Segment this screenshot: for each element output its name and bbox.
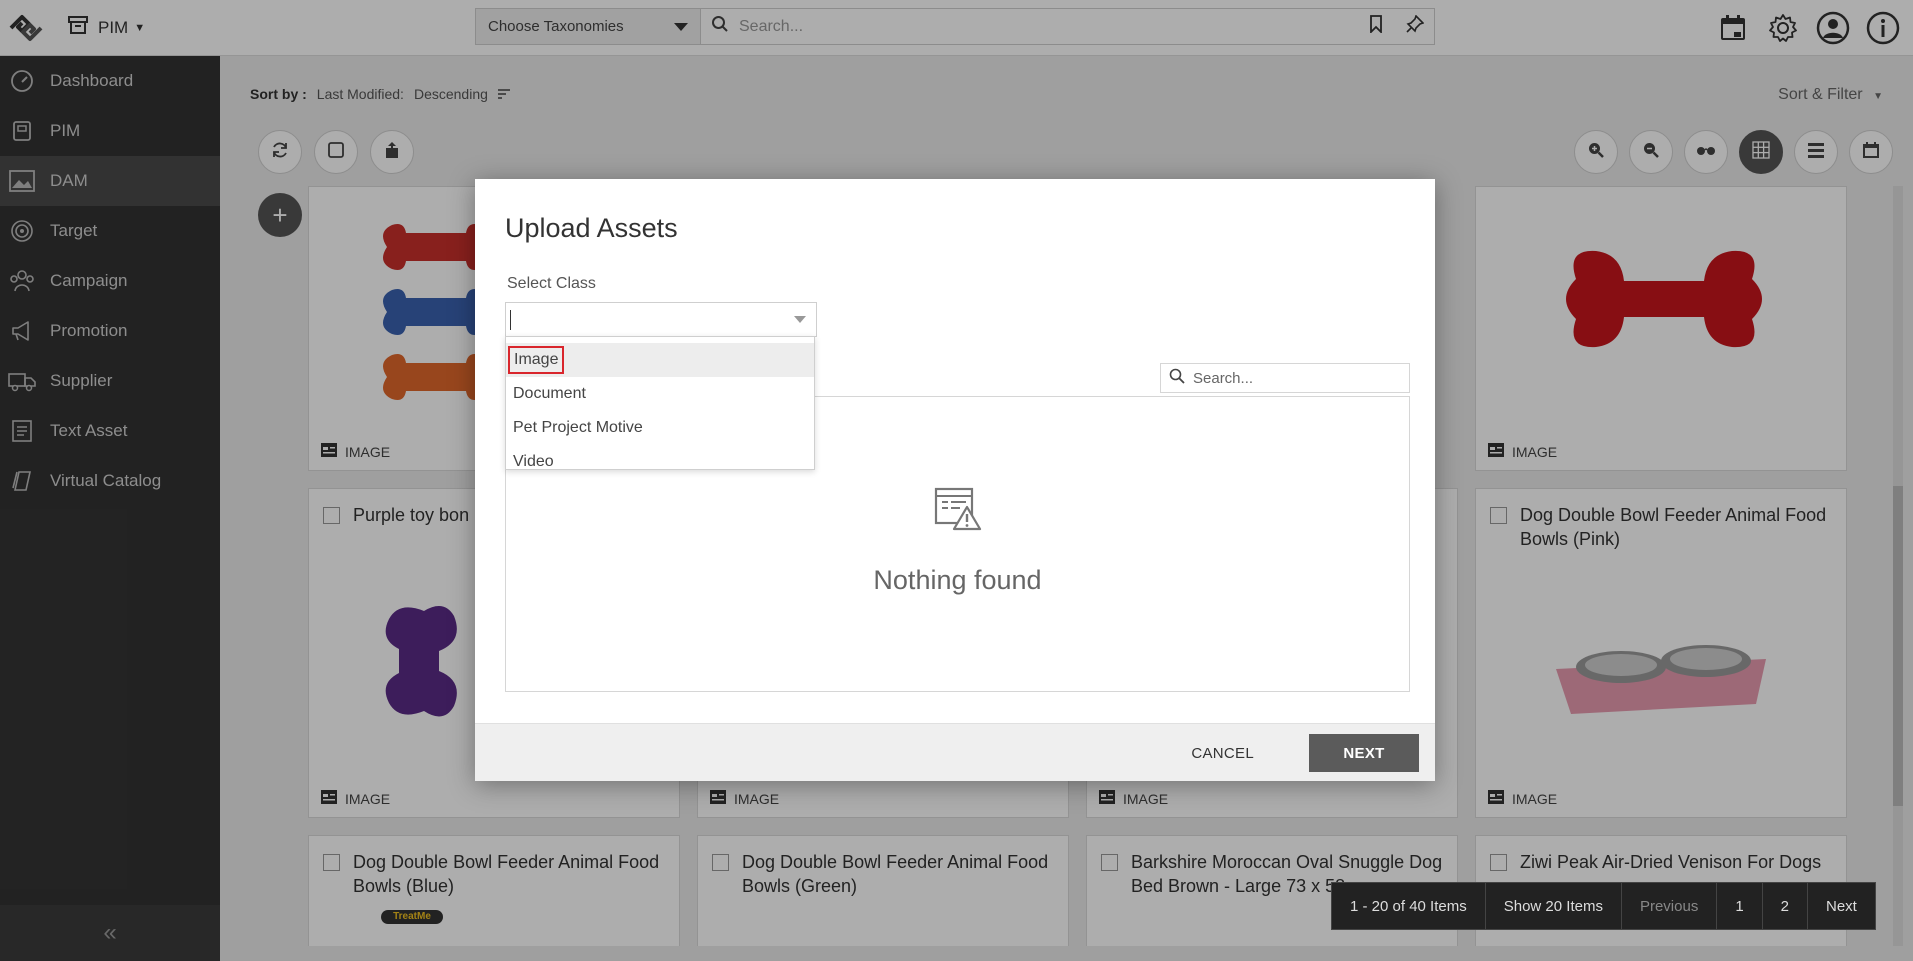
app-root: PIM ▼ Choose Taxonomies Search... Dashbo… <box>0 0 1913 961</box>
upload-assets-dialog: Upload Assets Select Class Image Documen… <box>475 179 1435 781</box>
pagination-bar: 1 - 20 of 40 Items Show 20 Items Previou… <box>1331 882 1876 930</box>
dropdown-triangle-icon <box>794 316 806 323</box>
option-label: Document <box>513 385 586 402</box>
pagination-range: 1 - 20 of 40 Items <box>1332 883 1486 929</box>
class-option-video[interactable]: Video <box>506 445 814 479</box>
next-button[interactable]: NEXT <box>1309 734 1419 772</box>
class-dropdown-menu: Image Document Pet Project Motive Video <box>505 336 815 470</box>
pagination-page-1[interactable]: 1 <box>1717 883 1763 929</box>
page-size-select[interactable]: Show 20 Items <box>1486 883 1622 929</box>
pagination-previous[interactable]: Previous <box>1622 883 1718 929</box>
class-option-image[interactable]: Image <box>506 343 814 377</box>
pagination-page-2[interactable]: 2 <box>1763 883 1808 929</box>
dialog-footer: CANCEL NEXT <box>475 723 1435 781</box>
empty-state-text: Nothing found <box>873 565 1042 595</box>
dialog-search <box>1160 363 1410 393</box>
option-label: Image <box>507 346 565 374</box>
option-label: Video <box>513 453 554 470</box>
class-option-document[interactable]: Document <box>506 377 814 411</box>
cancel-button[interactable]: CANCEL <box>1175 738 1270 768</box>
option-label: Pet Project Motive <box>513 419 643 436</box>
class-select[interactable] <box>505 302 817 337</box>
dialog-title: Upload Assets <box>505 213 678 243</box>
select-class-label: Select Class <box>507 275 596 292</box>
class-option-pet-project-motive[interactable]: Pet Project Motive <box>506 411 814 445</box>
dialog-search-input[interactable] <box>1193 369 1401 387</box>
text-cursor <box>510 309 511 330</box>
search-icon <box>1169 368 1185 389</box>
no-results-icon <box>934 487 982 536</box>
pagination-next[interactable]: Next <box>1808 883 1875 929</box>
